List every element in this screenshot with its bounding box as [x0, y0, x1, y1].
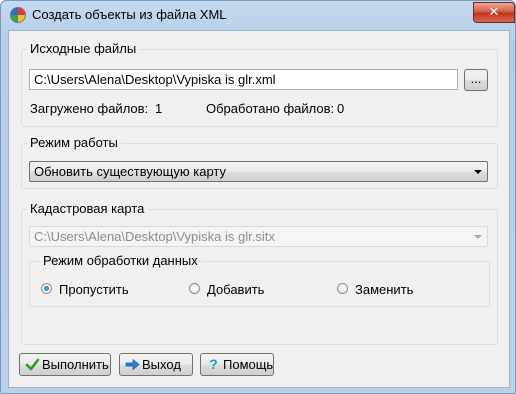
processed-files-label: Обработано файлов: — [206, 101, 335, 116]
radio-add[interactable] — [189, 283, 200, 294]
check-icon — [25, 358, 40, 371]
radio-skip[interactable] — [41, 283, 52, 294]
work-mode-group-label: Режим работы — [27, 135, 121, 150]
radio-replace-label[interactable]: Заменить — [355, 282, 413, 297]
loaded-files-label: Загружено файлов: — [30, 101, 149, 116]
loaded-files-count: 1 — [155, 101, 163, 116]
window-title: Создать объекты из файла XML — [32, 7, 227, 22]
exit-button[interactable]: Выход — [119, 353, 193, 376]
question-icon: ? — [209, 356, 218, 372]
arrow-right-icon — [125, 358, 140, 371]
processed-files-count: 0 — [337, 101, 345, 116]
cadastral-map-group-label: Кадастровая карта — [27, 201, 148, 216]
radio-replace[interactable] — [337, 283, 348, 294]
dialog-window: Создать объекты из файла XML ✕ Исходные … — [0, 0, 516, 394]
radio-skip-label[interactable]: Пропустить — [59, 282, 129, 297]
dialog-body: Исходные файлы C:\Users\Alena\Desktop\Vy… — [8, 30, 510, 388]
work-mode-selected: Обновить существующую карту — [34, 164, 227, 179]
app-icon — [10, 7, 26, 23]
work-mode-select[interactable]: Обновить существующую карту — [29, 161, 488, 182]
help-button-label: Помощь — [223, 357, 274, 372]
cadastral-map-path: C:\Users\Alena\Desktop\Vypiska is glr.si… — [34, 229, 275, 244]
processing-mode-group-label: Режим обработки данных — [40, 253, 201, 268]
source-files-group-label: Исходные файлы — [27, 41, 140, 56]
source-file-path-field[interactable]: C:\Users\Alena\Desktop\Vypiska is glr.xm… — [29, 69, 458, 90]
chevron-down-icon — [474, 235, 482, 239]
exit-button-label: Выход — [142, 357, 181, 372]
help-button[interactable]: ? Помощь — [200, 353, 274, 376]
browse-button[interactable]: ... — [464, 69, 488, 91]
run-button-label: Выполнить — [42, 357, 109, 372]
radio-add-label[interactable]: Добавить — [207, 282, 264, 297]
chevron-down-icon — [474, 170, 482, 174]
cadastral-map-select: C:\Users\Alena\Desktop\Vypiska is glr.si… — [29, 226, 488, 247]
title-bar[interactable]: Создать объекты из файла XML ✕ — [1, 1, 515, 29]
run-button[interactable]: Выполнить — [19, 353, 111, 376]
close-button[interactable]: ✕ — [473, 2, 515, 23]
browse-button-label: ... — [470, 71, 482, 86]
